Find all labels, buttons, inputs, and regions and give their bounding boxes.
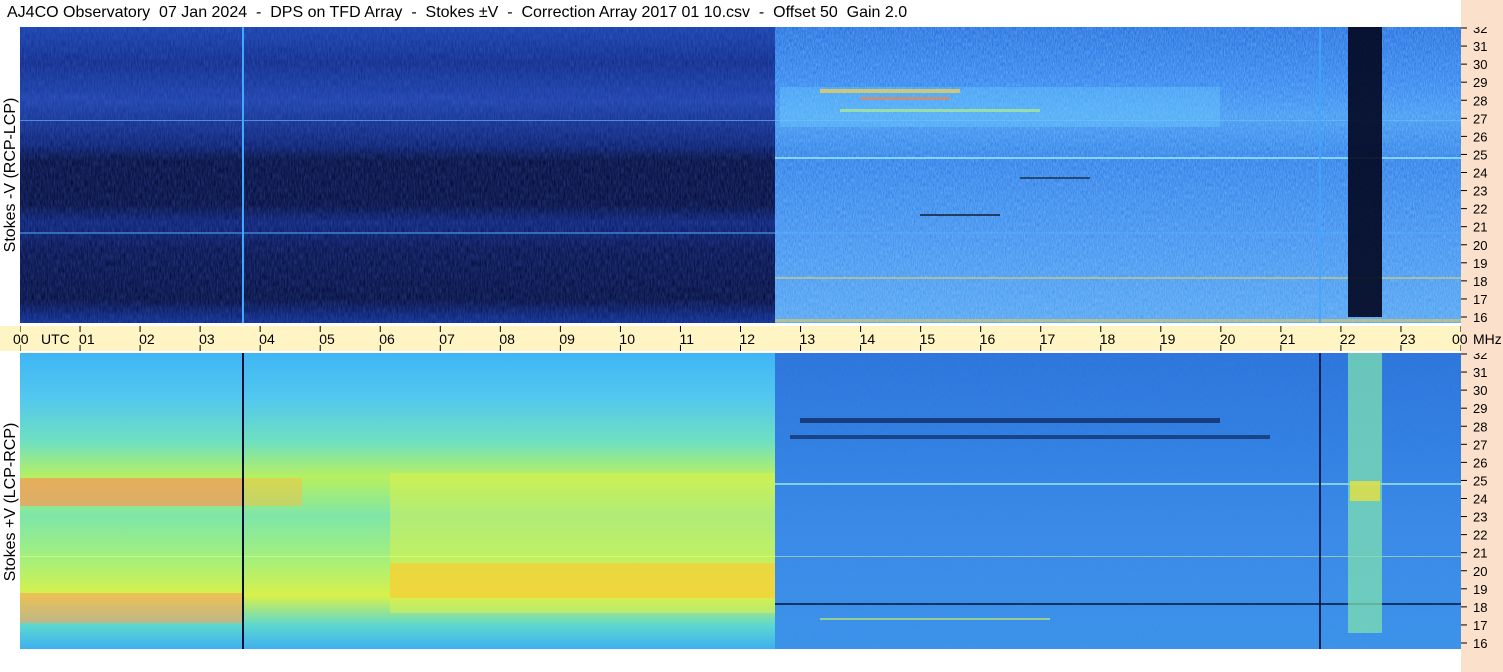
freq-top-label-19: 19	[1473, 256, 1487, 271]
freq-bottom-label-16: 16	[1473, 636, 1487, 649]
time-label-15: 15	[920, 331, 936, 347]
time-label-14: 14	[860, 331, 876, 347]
mhz-label: MHz	[1473, 331, 1502, 347]
utc-label: UTC	[41, 331, 70, 347]
time-label-9: 09	[559, 331, 575, 347]
bottom-panel-label-text: Stokes +V (LCP-RCP)	[2, 422, 19, 582]
freq-top-label-31: 31	[1473, 39, 1487, 54]
freq-top-label-24: 24	[1473, 166, 1487, 181]
freq-top-label-27: 27	[1473, 111, 1487, 126]
freq-top-label-30: 30	[1473, 57, 1487, 72]
freq-top-label-17: 17	[1473, 292, 1487, 307]
time-label-23: 23	[1400, 331, 1416, 347]
time-label-18: 18	[1100, 331, 1116, 347]
freq-top-label-16: 16	[1473, 310, 1487, 323]
time-label-7: 07	[439, 331, 455, 347]
spectrogram-top	[20, 27, 1461, 323]
freq-top-label-29: 29	[1473, 75, 1487, 90]
freq-top-label-23: 23	[1473, 184, 1487, 199]
spectrogram-bottom	[20, 353, 1461, 649]
time-label-2: 02	[139, 331, 155, 347]
time-label-1: 01	[79, 331, 95, 347]
freq-bottom-label-27: 27	[1473, 437, 1487, 452]
time-label-4: 04	[259, 331, 275, 347]
time-label-21: 21	[1280, 331, 1296, 347]
freq-axis-top: 32 31 30 29 28 27 26 25 24 23 22 21 20 19 18 17 16	[1461, 27, 1487, 323]
freq-bottom-label-17: 17	[1473, 618, 1487, 633]
time-label-16: 16	[980, 331, 996, 347]
spectrogram-top-plot	[20, 27, 1461, 323]
time-label-3: 03	[199, 331, 215, 347]
time-label-10: 10	[619, 331, 635, 347]
time-label-13: 13	[800, 331, 816, 347]
freq-bottom-label-23: 23	[1473, 510, 1487, 525]
freq-bottom-label-21: 21	[1473, 546, 1487, 561]
time-label-11: 11	[679, 331, 694, 347]
freq-top-label-22: 22	[1473, 202, 1487, 217]
time-label-0: 00	[13, 331, 29, 347]
freq-top-label-25: 25	[1473, 147, 1487, 162]
freq-bottom-label-22: 22	[1473, 528, 1487, 543]
spectrogram-bottom-plot	[20, 353, 1461, 649]
time-label-5: 05	[319, 331, 335, 347]
freq-top-label-18: 18	[1473, 274, 1487, 289]
time-label-20: 20	[1220, 331, 1236, 347]
time-axis-labels: UTC MHz 00 01 02 03 04 05 06 07 08 09 10 11 12 13 14 15…	[13, 331, 1502, 347]
freq-bottom-label-30: 30	[1473, 383, 1487, 398]
time-label-19: 19	[1160, 331, 1176, 347]
freq-top-label-20: 20	[1473, 238, 1487, 253]
freq-bottom-label-26: 26	[1473, 455, 1487, 470]
top-panel-label-text: Stokes -V (RCP-LCP)	[2, 97, 19, 253]
time-label-24: 00	[1452, 331, 1468, 347]
freq-bottom-label-29: 29	[1473, 401, 1487, 416]
freq-top-label-26: 26	[1473, 129, 1487, 144]
freq-bottom-label-19: 19	[1473, 582, 1487, 597]
freq-top-label-28: 28	[1473, 93, 1487, 108]
page-title: AJ4CO Observatory 07 Jan 2024 - DPS on T…	[7, 4, 908, 21]
time-label-22: 22	[1340, 331, 1356, 347]
freq-top-label-32: 32	[1473, 27, 1487, 36]
time-label-17: 17	[1040, 331, 1056, 347]
freq-bottom-label-31: 31	[1473, 365, 1487, 380]
freq-bottom-label-25: 25	[1473, 473, 1487, 488]
time-label-6: 06	[379, 331, 395, 347]
freq-bottom-label-20: 20	[1473, 564, 1487, 579]
freq-bottom-label-18: 18	[1473, 600, 1487, 615]
freq-bottom-label-32: 32	[1473, 353, 1487, 362]
freq-bottom-label-28: 28	[1473, 419, 1487, 434]
time-label-12: 12	[740, 331, 756, 347]
freq-top-label-21: 21	[1473, 220, 1487, 235]
freq-bottom-label-24: 24	[1473, 492, 1487, 507]
freq-axis-bottom: 32 31 30 29 28 27 26 25 24 23 22 21 20 19 18 17 16	[1461, 353, 1487, 649]
time-label-8: 08	[499, 331, 515, 347]
